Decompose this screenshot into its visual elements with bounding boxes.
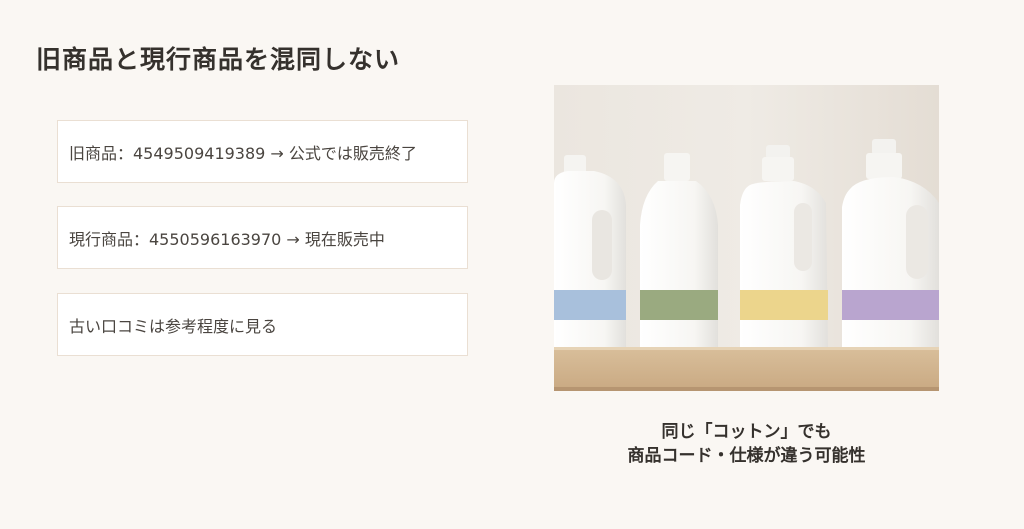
point-card-current-product: 現行商品：4550596163970 → 現在販売中 [57, 206, 468, 269]
point-text: 旧商品：4549509419389 → 公式では販売終了 [69, 143, 417, 163]
bottle-blue [554, 155, 626, 347]
slide-title: 旧商品と現行商品を混同しない [36, 45, 401, 74]
photo-caption: 同じ「コットン」でも 商品コード・仕様が違う可能性 [554, 420, 939, 468]
caption-line-2: 商品コード・仕様が違う可能性 [627, 446, 866, 466]
point-text: 古い口コミは参考程度に見る [69, 316, 278, 336]
detergent-bottles-photo [554, 85, 939, 391]
caption-line-1: 同じ「コットン」でも [661, 422, 832, 442]
point-card-reviews: 古い口コミは参考程度に見る [57, 293, 468, 356]
point-card-old-product: 旧商品：4549509419389 → 公式では販売終了 [57, 120, 468, 183]
point-text: 現行商品：4550596163970 → 現在販売中 [69, 229, 385, 249]
